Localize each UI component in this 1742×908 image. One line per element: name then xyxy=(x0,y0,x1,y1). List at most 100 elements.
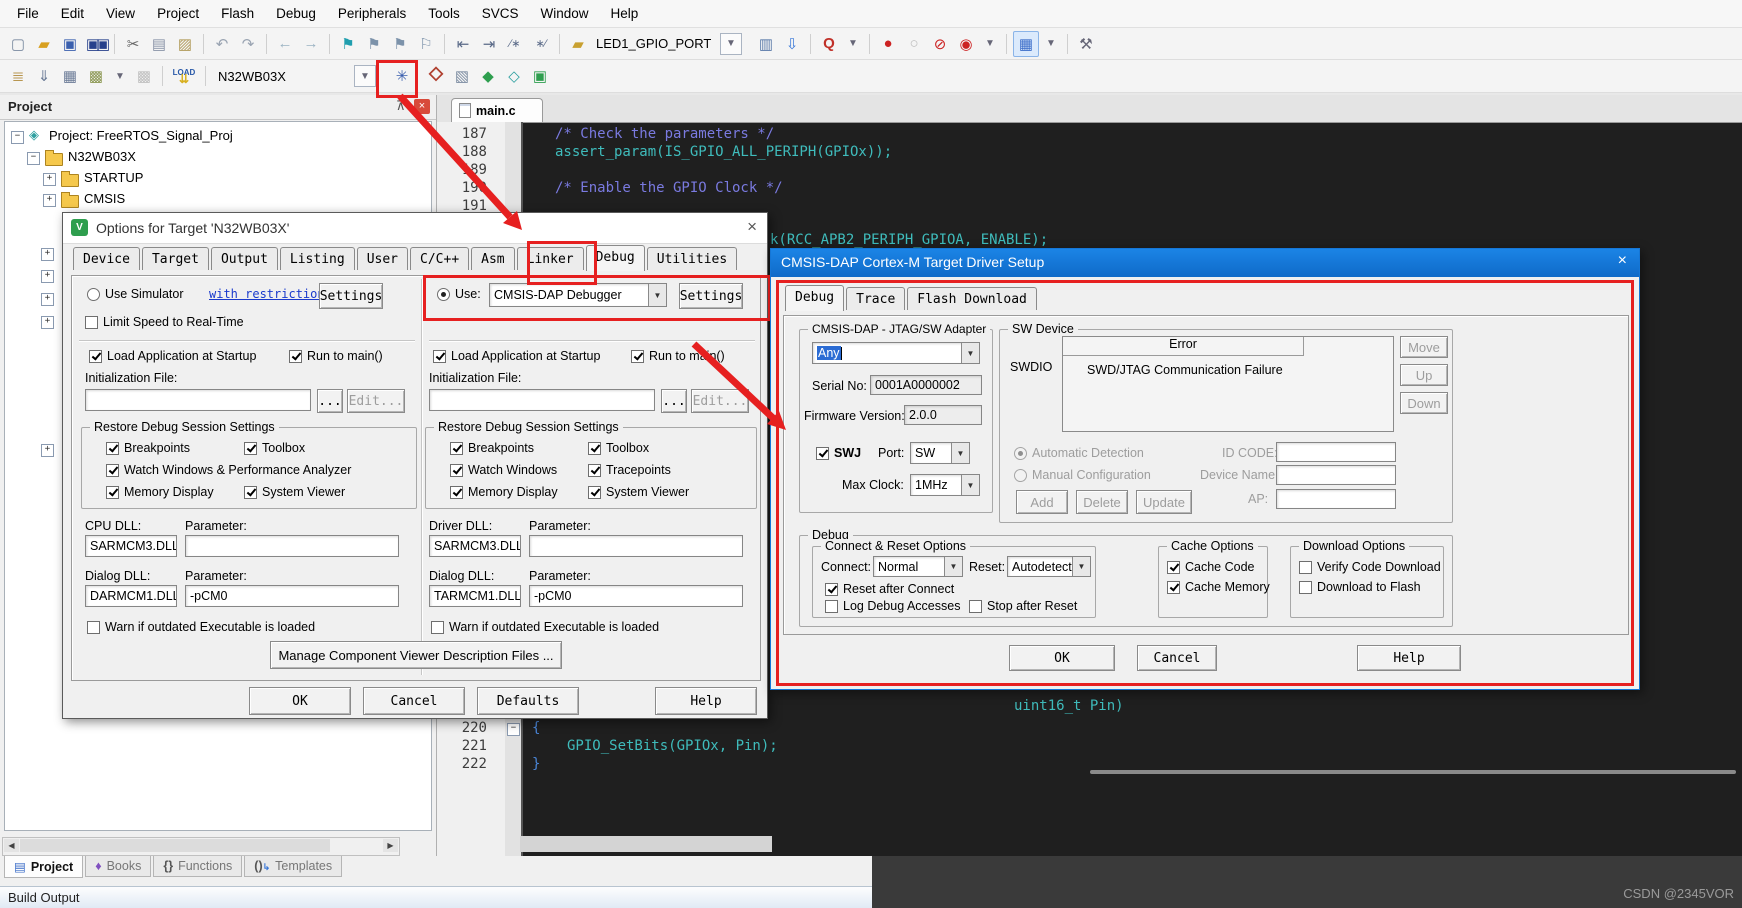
dialog-dll-input-left[interactable]: DARMCM1.DLL xyxy=(85,585,177,607)
save-all-icon[interactable]: ▣▣ xyxy=(84,32,110,56)
stop-after-reset-checkbox[interactable] xyxy=(969,600,982,613)
target-combo-dropdown[interactable]: ▼ xyxy=(354,65,376,87)
copy-icon[interactable]: ▤ xyxy=(147,32,171,56)
use-debugger-radio[interactable] xyxy=(437,288,450,301)
open-file-icon[interactable]: ▰ xyxy=(32,32,56,56)
debugger-settings-button[interactable]: Settings xyxy=(679,283,743,309)
incremental-find-icon[interactable]: ⇩ xyxy=(780,32,804,56)
limit-speed-checkbox[interactable] xyxy=(85,316,98,329)
scroll-right-arrow[interactable]: ▶ xyxy=(383,839,398,852)
system-viewer-checkbox[interactable] xyxy=(588,486,601,499)
load-app-checkbox-left[interactable] xyxy=(89,350,102,363)
toolbox-checkbox[interactable] xyxy=(588,442,601,455)
indent-icon[interactable]: ⇥ xyxy=(477,32,501,56)
cpu-dll-input[interactable]: SARMCM3.DLL xyxy=(85,535,177,557)
find-combo-dropdown[interactable]: ▼ xyxy=(720,32,742,55)
pin-icon[interactable]: ⊼ xyxy=(396,98,406,114)
init-file-input-left[interactable] xyxy=(85,389,311,411)
project-panel-hscrollbar[interactable]: ◀ ▶ xyxy=(2,837,400,856)
verify-code-download-checkbox[interactable] xyxy=(1299,561,1312,574)
cancel-button[interactable]: Cancel xyxy=(363,687,465,715)
tree-expand-icon[interactable] xyxy=(43,194,56,207)
menu-debug[interactable]: Debug xyxy=(265,2,327,25)
chevron-down-icon[interactable]: ▼ xyxy=(951,443,969,463)
breakpoints-checkbox[interactable] xyxy=(450,442,463,455)
tab-asm[interactable]: Asm xyxy=(471,247,515,270)
navigate-back-icon[interactable]: ← xyxy=(273,32,297,56)
tree-expand-icon[interactable] xyxy=(43,173,56,186)
tab-listing[interactable]: Listing xyxy=(279,247,355,270)
uncomment-icon[interactable]: ∗∕ xyxy=(529,32,553,56)
update-button[interactable]: Update xyxy=(1136,490,1192,514)
close-panel-icon[interactable]: × xyxy=(414,99,430,114)
debugger-combo[interactable]: CMSIS-DAP Debugger ▼ xyxy=(489,283,667,307)
tree-item-cmsis[interactable]: CMSIS xyxy=(84,191,125,206)
connect-combo[interactable]: Normal ▼ xyxy=(873,556,963,577)
pack-installer-icon[interactable]: ◇ xyxy=(502,64,526,88)
bookmark-next-icon[interactable]: ⚑ xyxy=(388,32,412,56)
tree-expand-icon[interactable] xyxy=(41,444,54,457)
close-icon[interactable]: × xyxy=(747,217,757,237)
paste-icon[interactable]: ▨ xyxy=(173,32,197,56)
build-icon[interactable]: ⇓ xyxy=(32,64,56,88)
tree-item-startup[interactable]: STARTUP xyxy=(84,170,143,185)
tab-target[interactable]: Target xyxy=(141,247,209,270)
debug-windows-icon[interactable]: ▦ xyxy=(1013,30,1039,57)
translate-icon[interactable]: ≣ xyxy=(6,64,30,88)
tab-output[interactable]: Output xyxy=(210,247,278,270)
download-to-flash-checkbox[interactable] xyxy=(1299,581,1312,594)
navigate-forward-icon[interactable]: → xyxy=(299,32,323,56)
redo-icon[interactable]: ↷ xyxy=(236,32,260,56)
cache-code-checkbox[interactable] xyxy=(1167,561,1180,574)
breakpoint-disable-icon[interactable]: ○ xyxy=(902,32,926,56)
use-simulator-radio[interactable] xyxy=(87,288,100,301)
tab-cpp[interactable]: C/C++ xyxy=(410,247,470,270)
delete-button[interactable]: Delete xyxy=(1076,490,1128,514)
find-options-dropdown[interactable]: ▼ xyxy=(843,34,863,54)
tree-expand-icon[interactable] xyxy=(41,270,54,283)
tab-linker[interactable]: Linker xyxy=(516,247,584,270)
select-software-packs-icon[interactable]: ◆ xyxy=(476,64,500,88)
bottom-tab-books[interactable]: ♦ Books xyxy=(85,856,152,877)
scroll-left-arrow[interactable]: ◀ xyxy=(4,839,19,852)
with-restrictions-link[interactable]: with restrictions xyxy=(209,287,332,301)
tab-device[interactable]: Device xyxy=(73,247,140,270)
download-load-icon[interactable]: LOAD ⇊ xyxy=(169,64,199,88)
run-to-main-checkbox-right[interactable] xyxy=(631,350,644,363)
browse-button[interactable]: ... xyxy=(661,389,687,413)
dialog-dll-input-right[interactable]: TARMCM1.DLL xyxy=(429,585,521,607)
port-combo[interactable]: SW ▼ xyxy=(910,442,970,464)
driver-dll-input[interactable]: SARMCM3.DLL xyxy=(429,535,521,557)
log-debug-accesses-checkbox[interactable] xyxy=(825,600,838,613)
run-to-main-checkbox-left[interactable] xyxy=(289,350,302,363)
cpu-param-input[interactable] xyxy=(185,535,399,557)
find-combo[interactable]: LED1_GPIO_PORT xyxy=(592,34,718,53)
tree-item-project-root[interactable]: Project: FreeRTOS_Signal_Proj xyxy=(49,128,233,143)
menu-edit[interactable]: Edit xyxy=(50,2,95,25)
unindent-icon[interactable]: ⇤ xyxy=(451,32,475,56)
books-window-icon[interactable]: ▣ xyxy=(528,64,552,88)
reset-combo[interactable]: Autodetect ▼ xyxy=(1007,556,1091,577)
tree-expand-icon[interactable] xyxy=(41,293,54,306)
tab-trace[interactable]: Trace xyxy=(846,287,906,310)
tab-user[interactable]: User xyxy=(356,247,409,270)
bottom-tab-templates[interactable]: ()↳ Templates xyxy=(244,856,343,877)
help-button[interactable]: Help xyxy=(655,687,757,715)
debug-windows-dropdown[interactable]: ▼ xyxy=(1041,34,1061,54)
chevron-down-icon[interactable]: ▼ xyxy=(1072,557,1090,576)
warn-outdated-checkbox-right[interactable] xyxy=(431,621,444,634)
chevron-down-icon[interactable]: ▼ xyxy=(961,343,979,363)
tree-item-target[interactable]: N32WB03X xyxy=(68,149,136,164)
menu-view[interactable]: View xyxy=(95,2,146,25)
menu-svcs[interactable]: SVCS xyxy=(471,2,530,25)
bookmark-clear-icon[interactable]: ⚐ xyxy=(414,32,438,56)
manage-run-time-environment-icon[interactable]: 🮮 xyxy=(424,64,448,88)
bookmark-toggle-icon[interactable]: ⚑ xyxy=(336,32,360,56)
memory-display-checkbox[interactable] xyxy=(106,486,119,499)
breakpoint-kill-all-icon[interactable]: ⊘ xyxy=(928,32,952,56)
dialog-param-input-right[interactable]: -pCM0 xyxy=(529,585,743,607)
batch-build-icon[interactable]: ▩ xyxy=(84,64,108,88)
warn-outdated-checkbox-left[interactable] xyxy=(87,621,100,634)
configure-wrench-icon[interactable]: ⚒ xyxy=(1074,32,1098,56)
manual-configuration-radio[interactable] xyxy=(1014,469,1027,482)
